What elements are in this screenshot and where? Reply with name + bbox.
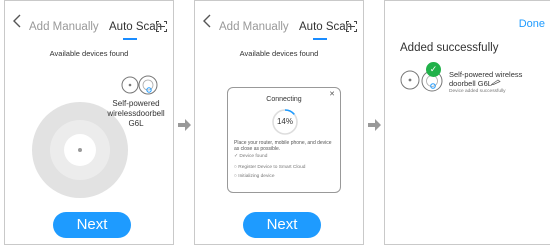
header: Add Manually Auto Scan <box>5 1 173 41</box>
available-devices-label: Available devices found <box>49 49 129 58</box>
step-register-cloud: ○ Register Device to Smart Cloud <box>234 165 306 170</box>
device-name: Self-powered wirelessdoorbell G6L <box>107 99 165 128</box>
screen-added-successfully: Done Added successfully ✓ Self-powered w… <box>384 0 550 245</box>
connecting-dialog: ✕ Connecting 14% Place your router, mobi… <box>227 87 341 193</box>
device-name: Self-powered wireless doorbell G6L <box>449 70 523 88</box>
success-check-icon: ✓ <box>426 62 441 77</box>
done-button[interactable]: Done <box>519 18 545 30</box>
available-devices-label: Available devices found <box>239 49 319 58</box>
device-status: Device added successfully <box>449 89 506 94</box>
success-title: Added successfully <box>400 42 499 54</box>
header: Add Manually Auto Scan <box>195 1 363 41</box>
doorbell-device-icon[interactable] <box>120 73 160 97</box>
step-initializing: ○ Initializing device <box>234 174 275 179</box>
dialog-description: Place your router, mobile phone, and dev… <box>234 140 332 153</box>
screen-auto-scan: Add Manually Auto Scan Available devices… <box>4 0 174 245</box>
screen-connecting: Add Manually Auto Scan Available devices… <box>194 0 364 245</box>
back-arrow-icon[interactable] <box>12 14 22 28</box>
arrow-right-icon <box>368 118 382 132</box>
tab-add-manually[interactable]: Add Manually <box>29 21 99 33</box>
next-button[interactable]: Next <box>243 212 321 238</box>
progress-percent: 14% <box>276 117 293 126</box>
active-tab-indicator <box>313 38 327 40</box>
tab-auto-scan[interactable]: Auto Scan <box>109 21 162 33</box>
tab-add-manually[interactable]: Add Manually <box>219 21 289 33</box>
active-tab-indicator <box>123 38 137 40</box>
dialog-title: Connecting <box>266 96 302 103</box>
scan-icon[interactable] <box>156 21 167 32</box>
scan-icon[interactable] <box>346 21 357 32</box>
tab-auto-scan[interactable]: Auto Scan <box>299 21 352 33</box>
next-button[interactable]: Next <box>53 212 131 238</box>
step-device-found: ✓ Device found <box>234 154 268 159</box>
edit-icon[interactable] <box>491 79 501 85</box>
back-arrow-icon[interactable] <box>202 14 212 28</box>
arrow-right-icon <box>178 118 192 132</box>
